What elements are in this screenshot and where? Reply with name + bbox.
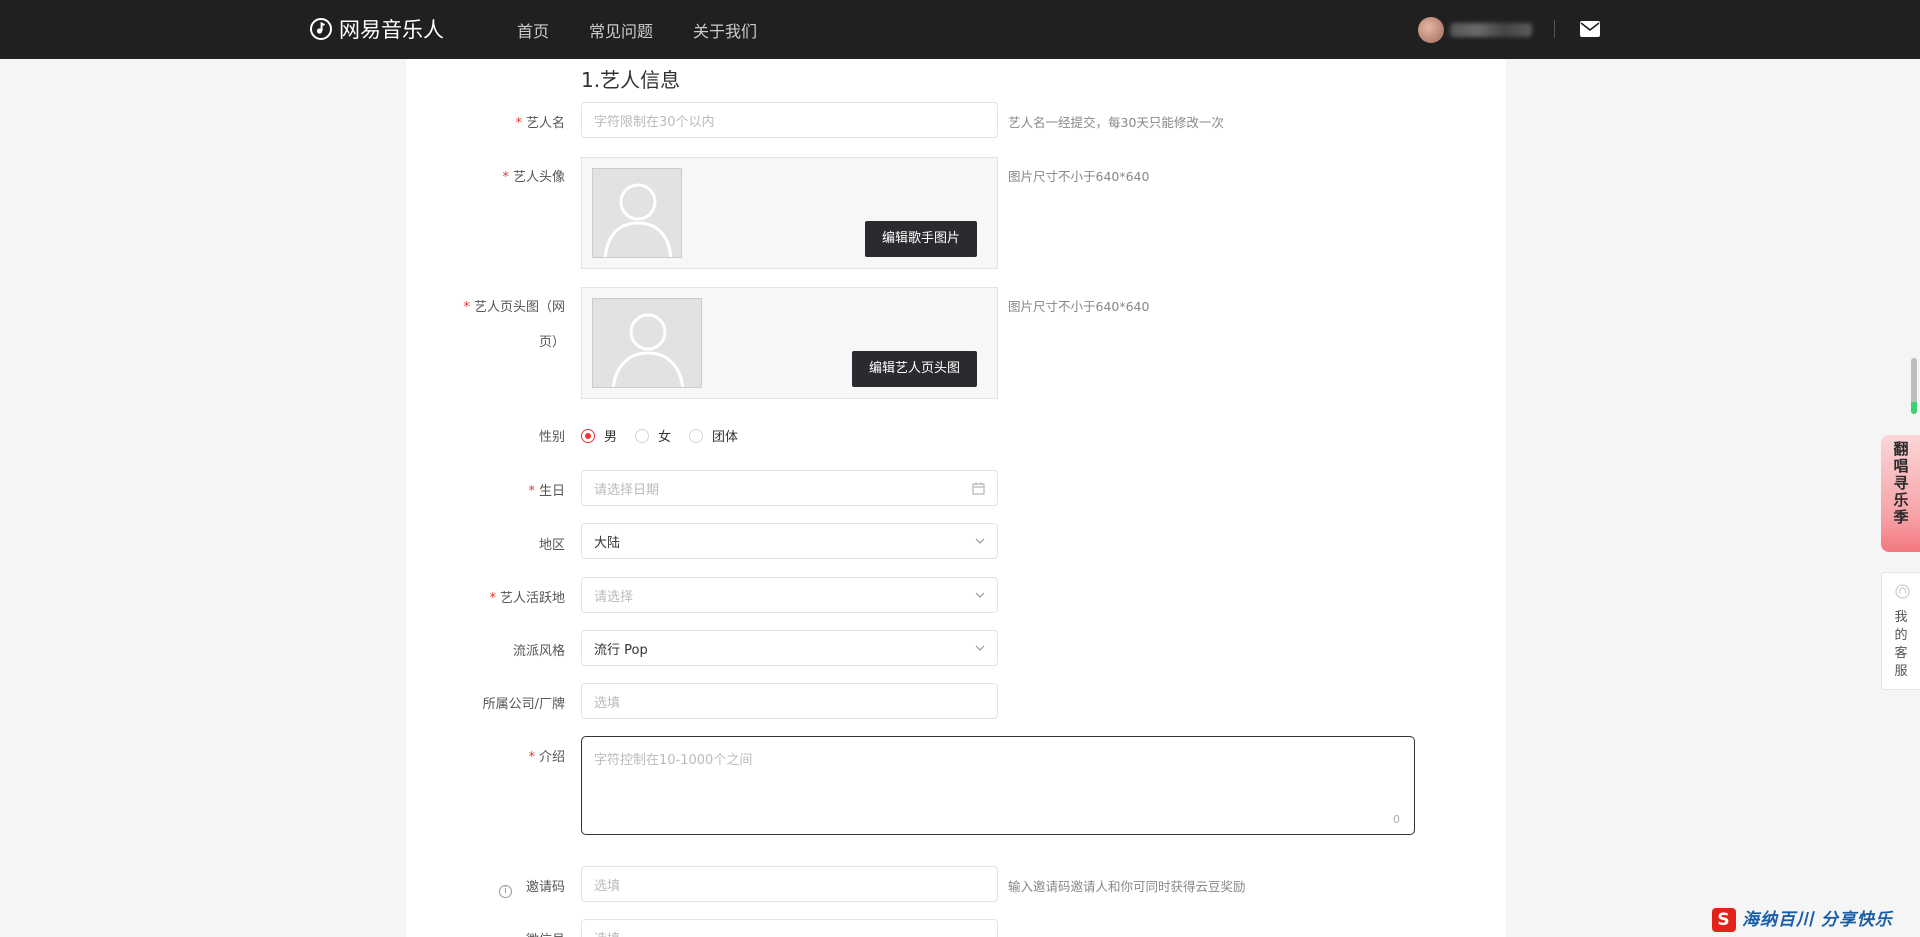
birthday-date-picker[interactable]: 请选择日期 bbox=[581, 470, 998, 506]
company-input[interactable]: 选填 bbox=[581, 683, 998, 719]
birthday-label: * 生日 bbox=[528, 484, 565, 499]
customer-service-label: 我的客服 bbox=[1894, 610, 1908, 679]
active-area-label: * 艺人活跃地 bbox=[489, 591, 565, 606]
chevron-down-icon bbox=[975, 592, 985, 598]
intro-label: * 介绍 bbox=[528, 750, 565, 765]
intro-char-counter: 0 bbox=[1393, 813, 1400, 826]
chevron-down-icon bbox=[975, 645, 985, 651]
user-avatar[interactable] bbox=[1418, 17, 1444, 43]
brand-name: 网易音乐人 bbox=[339, 18, 444, 42]
edit-banner-button[interactable]: 编辑艺人页头图 bbox=[851, 351, 977, 387]
artist-name-input[interactable]: 字符限制在30个以内 bbox=[581, 102, 998, 138]
active-area-select[interactable]: 请选择 bbox=[581, 577, 998, 613]
header-divider bbox=[1554, 20, 1555, 38]
gender-option-male[interactable]: 男 bbox=[581, 426, 617, 445]
next-field-label: 微信号 bbox=[526, 929, 565, 937]
person-silhouette-icon bbox=[603, 183, 673, 257]
user-menu[interactable] bbox=[1418, 17, 1532, 43]
banner-label: * 艺人页头图（网 bbox=[463, 300, 565, 315]
company-label: 所属公司/厂牌 bbox=[482, 697, 565, 712]
artist-name-placeholder: 字符限制在30个以内 bbox=[594, 114, 715, 130]
edit-avatar-button[interactable]: 编辑歌手图片 bbox=[864, 221, 977, 257]
invite-code-input[interactable]: 选填 bbox=[581, 866, 998, 902]
mail-icon[interactable] bbox=[1580, 21, 1600, 37]
main-nav: 首页 常见问题 关于我们 bbox=[517, 0, 797, 59]
radio-selected-icon[interactable] bbox=[581, 428, 595, 443]
watermark-logo-icon: S bbox=[1712, 908, 1736, 932]
gender-option-group[interactable]: 团体 bbox=[689, 426, 738, 445]
radio-icon[interactable] bbox=[689, 428, 704, 443]
banner-placeholder-image bbox=[592, 298, 702, 388]
promo-text: 翻唱寻乐季 bbox=[1893, 440, 1909, 526]
section-title: 1.艺人信息 bbox=[581, 68, 681, 92]
avatar-placeholder-image bbox=[592, 168, 682, 258]
nav-faq[interactable]: 常见问题 bbox=[589, 18, 653, 42]
artist-name-label: * 艺人名 bbox=[515, 116, 565, 131]
next-field-input[interactable]: 选填 bbox=[581, 919, 998, 937]
invite-code-hint: 输入邀请码邀请人和你可同时获得云豆奖励 bbox=[1008, 879, 1246, 894]
genre-label: 流派风格 bbox=[512, 644, 565, 659]
banner-hint: 图片尺寸不小于640*640 bbox=[1008, 299, 1150, 314]
scrollbar-indicator bbox=[1911, 402, 1917, 414]
chevron-down-icon bbox=[975, 538, 985, 544]
intro-textarea[interactable]: 字符控制在10-1000个之间 0 bbox=[581, 736, 1415, 835]
person-silhouette-icon bbox=[611, 313, 685, 387]
region-label: 地区 bbox=[538, 538, 565, 553]
gender-option-female[interactable]: 女 bbox=[635, 426, 671, 445]
brand-logo[interactable]: 网易音乐人 bbox=[309, 16, 444, 42]
avatar-label: * 艺人头像 bbox=[502, 170, 565, 185]
avatar-hint: 图片尺寸不小于640*640 bbox=[1008, 169, 1150, 184]
username-redacted bbox=[1450, 23, 1532, 37]
page-scrollbar[interactable] bbox=[1910, 59, 1920, 937]
artist-name-hint: 艺人名一经提交，每30天只能修改一次 bbox=[1008, 115, 1224, 130]
banner-upload-box: 编辑艺人页头图 bbox=[581, 287, 998, 399]
nav-home[interactable]: 首页 bbox=[517, 18, 549, 42]
radio-icon[interactable] bbox=[635, 428, 650, 443]
gender-label: 性别 bbox=[538, 430, 565, 445]
required-mark: * bbox=[515, 116, 522, 131]
calendar-icon bbox=[972, 482, 985, 495]
top-nav-bar: 网易音乐人 首页 常见问题 关于我们 bbox=[0, 0, 1920, 59]
headset-icon bbox=[1895, 584, 1910, 599]
gender-radio-group: 男 女 团体 bbox=[581, 426, 756, 445]
nav-about[interactable]: 关于我们 bbox=[693, 18, 757, 42]
avatar-upload-box: 编辑歌手图片 bbox=[581, 157, 998, 269]
banner-label-line2: 页） bbox=[538, 335, 565, 350]
invite-code-label: i 邀请码 bbox=[498, 876, 565, 898]
music-note-logo-icon bbox=[310, 18, 332, 40]
genre-select[interactable]: 流行 Pop bbox=[581, 630, 998, 666]
watermark: S 海纳百川 分享快乐 bbox=[1712, 905, 1893, 932]
region-select[interactable]: 大陆 bbox=[581, 523, 998, 559]
info-icon[interactable]: i bbox=[498, 885, 512, 898]
